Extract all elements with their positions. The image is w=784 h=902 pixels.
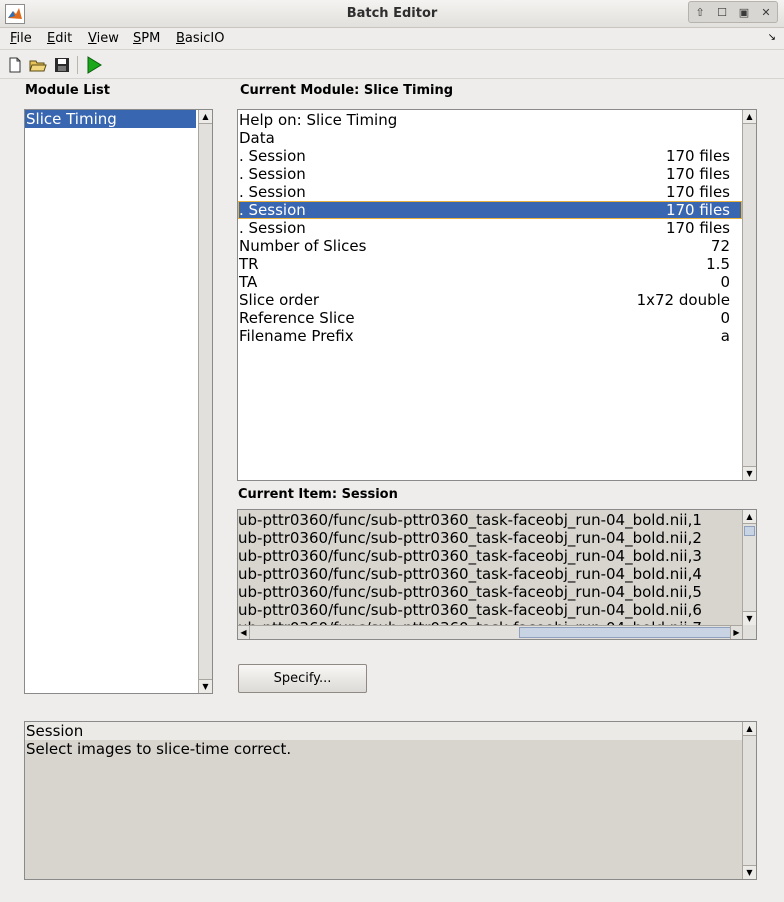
file-list-item[interactable]: ub-pttr0360/func/sub-pttr0360_task-faceo… [238, 601, 742, 619]
scroll-up-icon[interactable]: ▲ [199, 110, 212, 124]
field-label: . Session [239, 147, 306, 165]
help-scrollbar[interactable]: ▲ ▼ [742, 722, 756, 879]
help-title: Session [25, 722, 742, 740]
scroll-thumb[interactable] [519, 627, 731, 638]
field-label: Reference Slice [239, 309, 355, 327]
file-list-item[interactable]: ub-pttr0360/func/sub-pttr0360_task-faceo… [238, 565, 742, 583]
new-file-icon[interactable] [5, 55, 25, 75]
module-field-row[interactable]: Number of Slices 72 [238, 237, 742, 255]
field-label: . Session [239, 165, 306, 183]
module-field-row[interactable]: . Session 170 files [238, 165, 742, 183]
field-label: Help on: Slice Timing [239, 111, 398, 129]
scroll-thumb[interactable] [744, 526, 755, 536]
scroll-right-icon[interactable]: ▶ [730, 626, 742, 639]
module-field-row[interactable]: Reference Slice 0 [238, 309, 742, 327]
help-panel: Session Select images to slice-time corr… [24, 721, 757, 880]
module-field-row[interactable]: Data [238, 129, 742, 147]
field-value: 72 [710, 237, 730, 255]
current-item-vscrollbar[interactable]: ▲ ▼ [742, 510, 756, 639]
module-item-slice-timing[interactable]: Slice Timing [25, 110, 196, 128]
field-value: 170 files [665, 219, 730, 237]
module-field-row[interactable]: Help on: Slice Timing [238, 111, 742, 129]
module-field-row[interactable]: . Session 170 files [238, 201, 742, 219]
minimize-icon[interactable]: ☐ [713, 6, 731, 19]
file-list-item[interactable]: ub-pttr0360/func/sub-pttr0360_task-faceo… [238, 529, 742, 547]
scroll-down-icon[interactable]: ▼ [199, 679, 212, 693]
current-item-heading: Current Item: Session [238, 487, 398, 502]
field-label: . Session [239, 183, 306, 201]
file-list-item[interactable]: ub-pttr0360/func/sub-pttr0360_task-faceo… [238, 583, 742, 601]
current-item-hscrollbar[interactable]: ◀ ▶ [238, 625, 742, 639]
field-label: TR [239, 255, 259, 273]
module-field-row[interactable]: Filename Prefix a [238, 327, 742, 345]
toolbar [0, 51, 784, 79]
run-icon[interactable] [84, 55, 104, 75]
field-value: 170 files [665, 183, 730, 201]
save-icon[interactable] [52, 55, 72, 75]
scroll-up-icon[interactable]: ▲ [743, 110, 756, 124]
menu-overflow-icon[interactable]: ↘ [768, 32, 776, 43]
scroll-down-icon[interactable]: ▼ [743, 611, 756, 625]
shade-icon[interactable]: ⇧ [691, 6, 709, 19]
menu-bar: File Edit View SPM BasicIO ↘ [0, 28, 784, 50]
field-label: Number of Slices [239, 237, 367, 255]
field-value: a [720, 327, 730, 345]
toolbar-separator [77, 56, 78, 74]
scroll-up-icon[interactable]: ▲ [743, 510, 756, 524]
window-controls: ⇧ ☐ ▣ ✕ [688, 1, 778, 23]
scroll-down-icon[interactable]: ▼ [743, 466, 756, 480]
title-bar: Batch Editor ⇧ ☐ ▣ ✕ [0, 0, 784, 28]
field-value: 170 files [665, 201, 730, 219]
module-field-row[interactable]: TA 0 [238, 273, 742, 291]
file-list-item[interactable]: ub-pttr0360/func/sub-pttr0360_task-faceo… [238, 547, 742, 565]
scroll-down-icon[interactable]: ▼ [743, 865, 756, 879]
current-item-list[interactable]: ub-pttr0360/func/sub-pttr0360_task-faceo… [237, 509, 757, 640]
module-field-row[interactable]: . Session 170 files [238, 183, 742, 201]
field-value: 0 [720, 273, 730, 291]
specify-button[interactable]: Specify... [238, 664, 367, 693]
module-list[interactable]: Slice Timing ▲ ▼ [24, 109, 213, 694]
field-label: Filename Prefix [239, 327, 354, 345]
module-field-row[interactable]: . Session 170 files [238, 147, 742, 165]
field-label: . Session [239, 219, 306, 237]
field-value: 0 [720, 309, 730, 327]
field-label: TA [239, 273, 258, 291]
field-value: 1x72 double [636, 291, 730, 309]
field-label: Data [239, 129, 275, 147]
maximize-icon[interactable]: ▣ [735, 6, 753, 19]
current-module-list[interactable]: Help on: Slice Timing Data . Session 170 f… [237, 109, 757, 481]
field-value: 170 files [665, 147, 730, 165]
menu-basicio[interactable]: BasicIO [176, 31, 225, 46]
help-text: Select images to slice-time correct. [26, 740, 292, 758]
module-list-heading: Module List [25, 83, 110, 98]
close-icon[interactable]: ✕ [757, 6, 775, 19]
field-label: . Session [239, 201, 306, 219]
current-module-heading: Current Module: Slice Timing [240, 83, 454, 98]
menu-spm[interactable]: SPM [133, 31, 160, 46]
open-folder-icon[interactable] [28, 55, 48, 75]
scroll-up-icon[interactable]: ▲ [743, 722, 756, 736]
menu-view[interactable]: View [88, 31, 119, 46]
field-value: 1.5 [706, 255, 730, 273]
field-value: 170 files [665, 165, 730, 183]
field-label: Slice order [239, 291, 320, 309]
current-module-scrollbar[interactable]: ▲ ▼ [742, 110, 756, 480]
module-field-row[interactable]: Slice order 1x72 double [238, 291, 742, 309]
scroll-left-icon[interactable]: ◀ [238, 626, 250, 639]
module-field-row[interactable]: TR 1.5 [238, 255, 742, 273]
module-list-scrollbar[interactable]: ▲ ▼ [198, 110, 212, 693]
file-list-item[interactable]: ub-pttr0360/func/sub-pttr0360_task-faceo… [238, 511, 742, 529]
menu-edit[interactable]: Edit [47, 31, 72, 46]
module-field-row[interactable]: . Session 170 files [238, 219, 742, 237]
window-title: Batch Editor [346, 6, 438, 21]
menu-file[interactable]: File [10, 31, 32, 46]
